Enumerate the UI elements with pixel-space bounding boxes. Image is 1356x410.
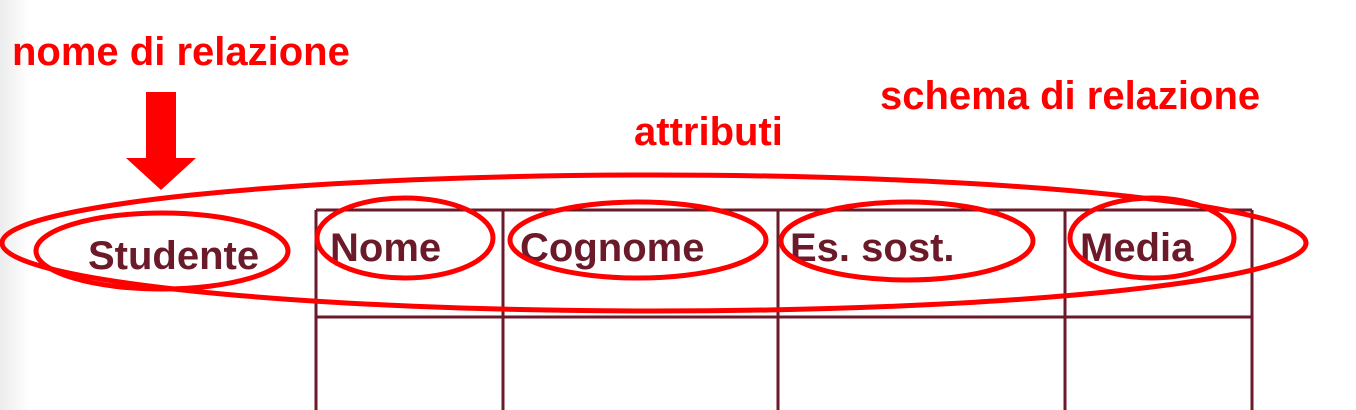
down-arrow-icon (126, 92, 196, 190)
annotation-overlay (0, 92, 1309, 314)
attribute-ellipse-nome (314, 195, 496, 281)
attribute-ellipse-es-sost (778, 199, 1036, 283)
relation-name-ellipse (33, 210, 291, 292)
attribute-ellipse-media (1067, 195, 1237, 281)
schema-ellipse (0, 172, 1309, 314)
attribute-ellipse-cognome (507, 199, 769, 281)
